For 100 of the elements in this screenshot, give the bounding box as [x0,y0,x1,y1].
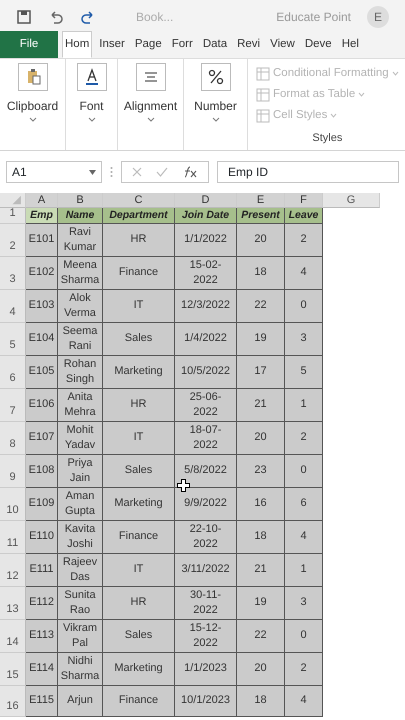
table-cell: 22-10-2022 [175,521,237,554]
row-header[interactable]: 13 [0,587,26,620]
ribbon-button[interactable] [200,63,230,91]
table-cell: Anita Mehra [58,389,103,422]
table-cell: 25-06-2022 [175,389,237,422]
column-header[interactable]: E [237,193,285,208]
table-cell: Alok Verma [58,290,103,323]
table-cell: 10/1/2023 [175,686,237,717]
table-cell: 1/4/2022 [175,323,237,356]
table-cell: 15-12-2022 [175,620,237,653]
table-cell: 18 [237,686,285,717]
table-cell: 18 [237,257,285,290]
table-cell: 21 [237,389,285,422]
table-cell: 4 [285,521,323,554]
ribbon-tab[interactable]: View [267,30,298,58]
ribbon-button[interactable] [18,63,48,91]
table-cell: Aman Gupta [58,488,103,521]
group-label: Styles [311,131,344,146]
cursor-icon [177,479,190,492]
table-cell: E101 [26,224,58,257]
table-cell: IT [103,554,175,587]
table-cell: Marketing [103,356,175,389]
table-cell: 1/1/2022 [175,224,237,257]
table-cell: E113 [26,620,58,653]
ribbon-tab[interactable]: Hel [338,30,362,58]
table-cell: 5/8/2022 [175,455,237,488]
table-cell: E102 [26,257,58,290]
ribbon-tab[interactable]: Hom [62,30,92,58]
row-header[interactable]: 7 [0,389,26,422]
table-cell: 21 [237,554,285,587]
group-label: Clipboard [6,98,58,115]
table-cell: E111 [26,554,58,587]
file-tab[interactable]: File [0,30,58,58]
table-cell: Rajeev Das [58,554,103,587]
table-cell: 2 [285,653,323,686]
row-header[interactable]: 5 [0,323,26,356]
column-header[interactable]: G [323,193,380,208]
table-cell: 20 [237,224,285,257]
row-header[interactable]: 10 [0,488,26,521]
table-cell: Finance [103,521,175,554]
table-cell: Emp [26,208,58,224]
table-cell: 3 [285,587,323,620]
row-header[interactable]: 11 [0,521,26,554]
row-header[interactable]: 15 [0,653,26,686]
table-cell: E115 [26,686,58,717]
table-cell: 3 [285,323,323,356]
table-cell: 1 [285,389,323,422]
row-header[interactable]: 16 [0,686,26,717]
ribbon-button[interactable] [76,63,106,91]
column-header[interactable]: B [58,193,103,208]
table-cell: 20 [237,422,285,455]
table-cell: Seema Rani [58,323,103,356]
check-icon[interactable] [156,167,168,177]
table-cell: E104 [26,323,58,356]
table-cell: 10/5/2022 [175,356,237,389]
table-cell: 5 [285,356,323,389]
row-header[interactable]: 9 [0,455,26,488]
chevron-down-icon[interactable] [146,117,154,122]
table-cell: IT [103,290,175,323]
row-header[interactable]: 6 [0,356,26,389]
table-cell: E109 [26,488,58,521]
row-header[interactable]: 1 [0,208,26,224]
column-header[interactable]: C [103,193,175,208]
ribbon-tab[interactable]: Revi [234,30,264,58]
column-header[interactable]: F [285,193,323,208]
formula-field[interactable]: Emp ID [217,161,399,183]
row-header[interactable]: 2 [0,224,26,257]
table-cell: 2 [285,422,323,455]
row-header[interactable]: 4 [0,290,26,323]
table-cell: Vikram Pal [58,620,103,653]
ribbon-tab[interactable]: Page [132,30,165,58]
table-cell: 19 [237,587,285,620]
function-icon[interactable] [182,166,198,178]
table-cell: 6 [285,488,323,521]
ribbon-tab[interactable]: Data [200,30,230,58]
table-cell: Leave [285,208,323,224]
table-cell: 1/1/2023 [175,653,237,686]
chevron-down-icon[interactable] [28,117,36,122]
column-header[interactable]: A [26,193,58,208]
row-header[interactable]: 12 [0,554,26,587]
ribbon-button[interactable] [136,63,166,91]
row-header[interactable]: 14 [0,620,26,653]
save-icon[interactable] [16,8,32,24]
table-cell: HR [103,389,175,422]
user-avatar[interactable]: E [367,6,389,28]
column-header[interactable]: D [175,193,237,208]
ribbon-tab[interactable]: Inser [96,30,128,58]
table-cell: 4 [285,257,323,290]
table-cell: Sales [103,620,175,653]
ribbon-tab[interactable]: Deve [302,30,335,58]
row-header[interactable]: 3 [0,257,26,290]
row-header[interactable]: 8 [0,422,26,455]
table-cell: Name [58,208,103,224]
chevron-down-icon[interactable] [212,117,220,122]
table-cell: IT [103,422,175,455]
chevron-down-icon[interactable] [88,117,96,122]
table-cell: E107 [26,422,58,455]
table-cell: 18 [237,521,285,554]
ribbon-tab[interactable]: Forr [168,30,196,58]
name-box[interactable]: A1 [6,161,102,183]
